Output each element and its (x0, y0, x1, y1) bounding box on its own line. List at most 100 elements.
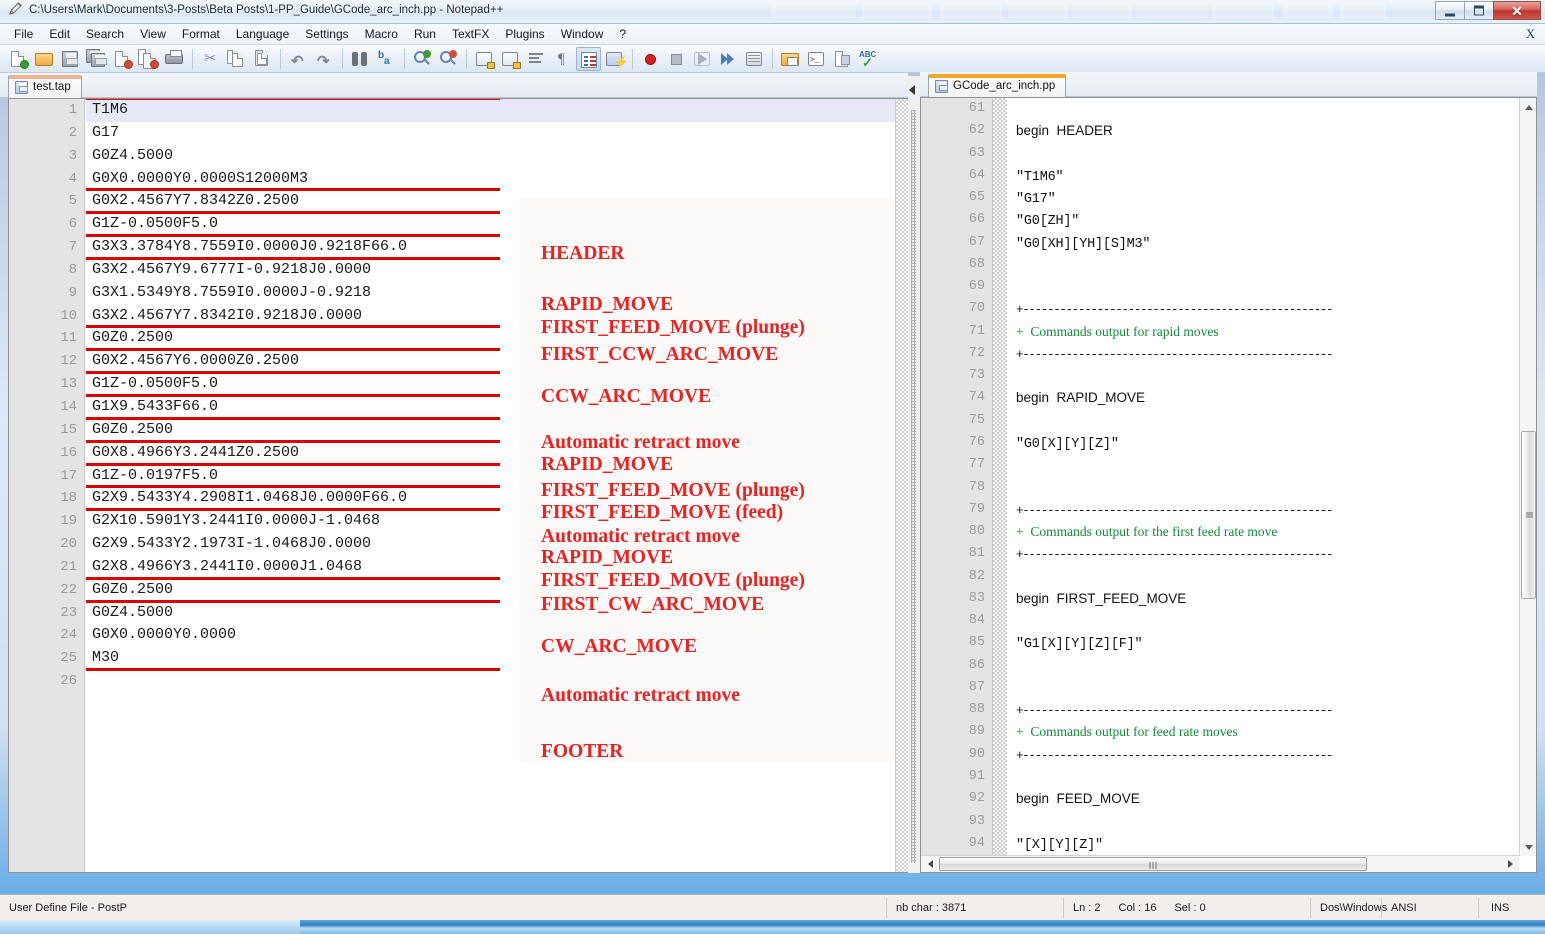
code-line[interactable]: "G1[X][Y][Z][F]" (1007, 632, 1536, 654)
menu-item-macro[interactable]: Macro (357, 25, 406, 43)
copy-icon[interactable] (224, 47, 249, 71)
menu-item-window[interactable]: Window (553, 25, 612, 43)
code-line[interactable]: "G0[XH][YH][S]M3" (1007, 232, 1536, 254)
code-line[interactable]: "[X][Y][Z]" (1007, 833, 1536, 855)
code-line[interactable]: "T1M6" (1007, 165, 1536, 187)
find-icon[interactable] (348, 47, 373, 71)
replace-icon[interactable]: ba (374, 47, 399, 71)
code-line[interactable] (1007, 410, 1536, 432)
paste-icon[interactable] (250, 47, 275, 71)
indent-guide-icon[interactable] (576, 46, 601, 71)
code-line[interactable]: G0X2.4567Y7.8342Z0.2500 (86, 189, 911, 214)
code-line[interactable]: G1Z-0.0500F5.0 (86, 372, 911, 396)
code-line[interactable]: G2X9.5433Y4.2908I1.0468J0.0000F66.0 (86, 486, 911, 511)
collapse-pane-arrow-icon[interactable] (909, 85, 915, 95)
splitter-grip[interactable] (911, 110, 916, 863)
sync-horizontal-scroll-icon[interactable] (498, 47, 523, 71)
open-folder-as-workspace-icon[interactable] (778, 47, 803, 71)
save-icon[interactable] (58, 47, 83, 71)
left-editor-pane[interactable]: 1 2 3 4 5 6 7 8 9 10 11 12 13 14 15 16 17 18 19 20 21 22 23 24 2… (8, 98, 912, 873)
menu-item-view[interactable]: View (132, 25, 174, 43)
close-button[interactable]: ✕ (1493, 1, 1541, 20)
code-line[interactable]: +---------------------------------------… (1007, 744, 1536, 766)
code-line[interactable]: G1Z-0.0500F5.0 (86, 212, 911, 236)
code-line[interactable] (1007, 655, 1536, 677)
code-line[interactable] (1007, 811, 1536, 833)
code-line[interactable]: +---------------------------------------… (1007, 499, 1536, 521)
menu-item-plugins[interactable]: Plugins (497, 25, 552, 43)
play-macro-icon[interactable] (690, 47, 715, 71)
menu-item-search[interactable]: Search (78, 25, 132, 43)
menu-item-file[interactable]: File (6, 25, 41, 43)
code-line[interactable]: G0X0.0000Y0.0000S12000M3 (86, 168, 911, 191)
minimize-button[interactable] (1435, 1, 1465, 20)
code-line[interactable] (1007, 365, 1536, 387)
tab-test-tap[interactable]: test.tap (8, 75, 82, 98)
scroll-right-arrow-icon[interactable] (1502, 856, 1519, 872)
word-wrap-icon[interactable] (524, 47, 549, 71)
menu-item-edit[interactable]: Edit (41, 25, 78, 43)
menu-item-language[interactable]: Language (228, 25, 297, 43)
save-all-icon[interactable] (84, 47, 109, 71)
code-line[interactable]: + Commands output for the first feed rat… (1007, 521, 1536, 543)
code-line[interactable]: G0Z0.2500 (86, 417, 911, 442)
code-line[interactable]: G0X8.4966Y3.2441Z0.2500 (86, 440, 911, 465)
run-console-icon[interactable]: >_ (804, 47, 829, 71)
save-macro-icon[interactable] (742, 47, 767, 71)
code-line[interactable]: "G0[ZH]" (1007, 209, 1536, 231)
code-line[interactable]: G3X3.3784Y8.7559I0.0000J0.9218F66.0 (86, 235, 911, 259)
scroll-up-arrow-icon[interactable] (1520, 98, 1536, 115)
code-line[interactable] (1007, 677, 1536, 699)
code-line[interactable]: G0Z0.2500 (86, 326, 911, 351)
code-line[interactable]: + Commands output for rapid moves (1007, 321, 1536, 343)
code-line[interactable]: begin FEED_MOVE (1007, 788, 1536, 810)
code-line[interactable] (1007, 254, 1536, 276)
code-line[interactable] (1007, 766, 1536, 788)
undo-icon[interactable]: ↶ (286, 47, 311, 71)
redo-icon[interactable]: ↷ (312, 47, 337, 71)
code-line[interactable]: begin FIRST_FEED_MOVE (1007, 588, 1536, 610)
code-line[interactable]: G3X2.4567Y7.8342I0.9218J0.0000 (86, 305, 911, 328)
code-line[interactable]: G0Z4.5000 (86, 145, 911, 168)
code-line[interactable]: +---------------------------------------… (1007, 298, 1536, 320)
close-document-button[interactable]: X (1526, 27, 1535, 42)
code-line[interactable]: "G0[X][Y][Z]" (1007, 432, 1536, 454)
record-macro-icon[interactable] (638, 47, 663, 71)
code-line[interactable]: G1X9.5433F66.0 (86, 394, 911, 419)
show-all-chars-icon[interactable]: ¶ (550, 47, 575, 71)
code-line[interactable] (86, 669, 911, 693)
menu-item-textfx[interactable]: TextFX (444, 25, 497, 43)
right-editor-vertical-scrollbar[interactable] (1519, 98, 1536, 856)
code-line[interactable] (1007, 276, 1536, 298)
right-code-area[interactable]: begin HEADER "T1M6" "G17" "G0[ZH]" "G0[XH][Y… (1007, 98, 1536, 872)
maximize-restore-button[interactable] (1464, 1, 1494, 20)
vertical-scroll-thumb[interactable] (1521, 431, 1536, 599)
code-line[interactable]: G2X9.5433Y2.1973I-1.0468J0.0000 (86, 533, 911, 556)
pane-splitter[interactable] (908, 76, 920, 873)
code-line[interactable] (1007, 566, 1536, 588)
code-line[interactable]: "G17" (1007, 187, 1536, 209)
code-line[interactable] (1007, 143, 1536, 165)
code-line[interactable]: G3X2.4567Y9.6777I-0.9218J0.0000 (86, 257, 911, 282)
menu-item-settings[interactable]: Settings (297, 25, 356, 43)
code-line[interactable]: T1M6 (86, 99, 911, 122)
code-line[interactable]: begin RAPID_MOVE (1007, 387, 1536, 409)
sync-vertical-scroll-icon[interactable] (472, 47, 497, 71)
document-map-icon[interactable] (830, 47, 855, 71)
new-file-icon[interactable] (6, 47, 31, 71)
code-line[interactable]: G3X1.5349Y8.7559I0.0000J-0.9218 (86, 282, 911, 305)
user-defined-language-icon[interactable]: ⚡ (602, 47, 629, 71)
menu-item-run[interactable]: Run (406, 25, 444, 43)
open-file-icon[interactable] (32, 47, 57, 71)
close-file-icon[interactable] (110, 47, 135, 71)
code-line[interactable]: G0Z0.2500 (86, 577, 911, 602)
code-line[interactable]: begin HEADER (1007, 120, 1536, 142)
code-line[interactable] (1007, 98, 1536, 120)
cut-icon[interactable]: ✂ (198, 47, 223, 71)
menu-item-[interactable]: ? (611, 25, 634, 43)
code-line[interactable] (1007, 454, 1536, 476)
menu-item-format[interactable]: Format (174, 25, 228, 43)
code-line[interactable]: G17 (86, 122, 911, 145)
code-line[interactable]: +---------------------------------------… (1007, 699, 1536, 721)
code-line[interactable]: G1Z-0.0197F5.0 (86, 463, 911, 488)
